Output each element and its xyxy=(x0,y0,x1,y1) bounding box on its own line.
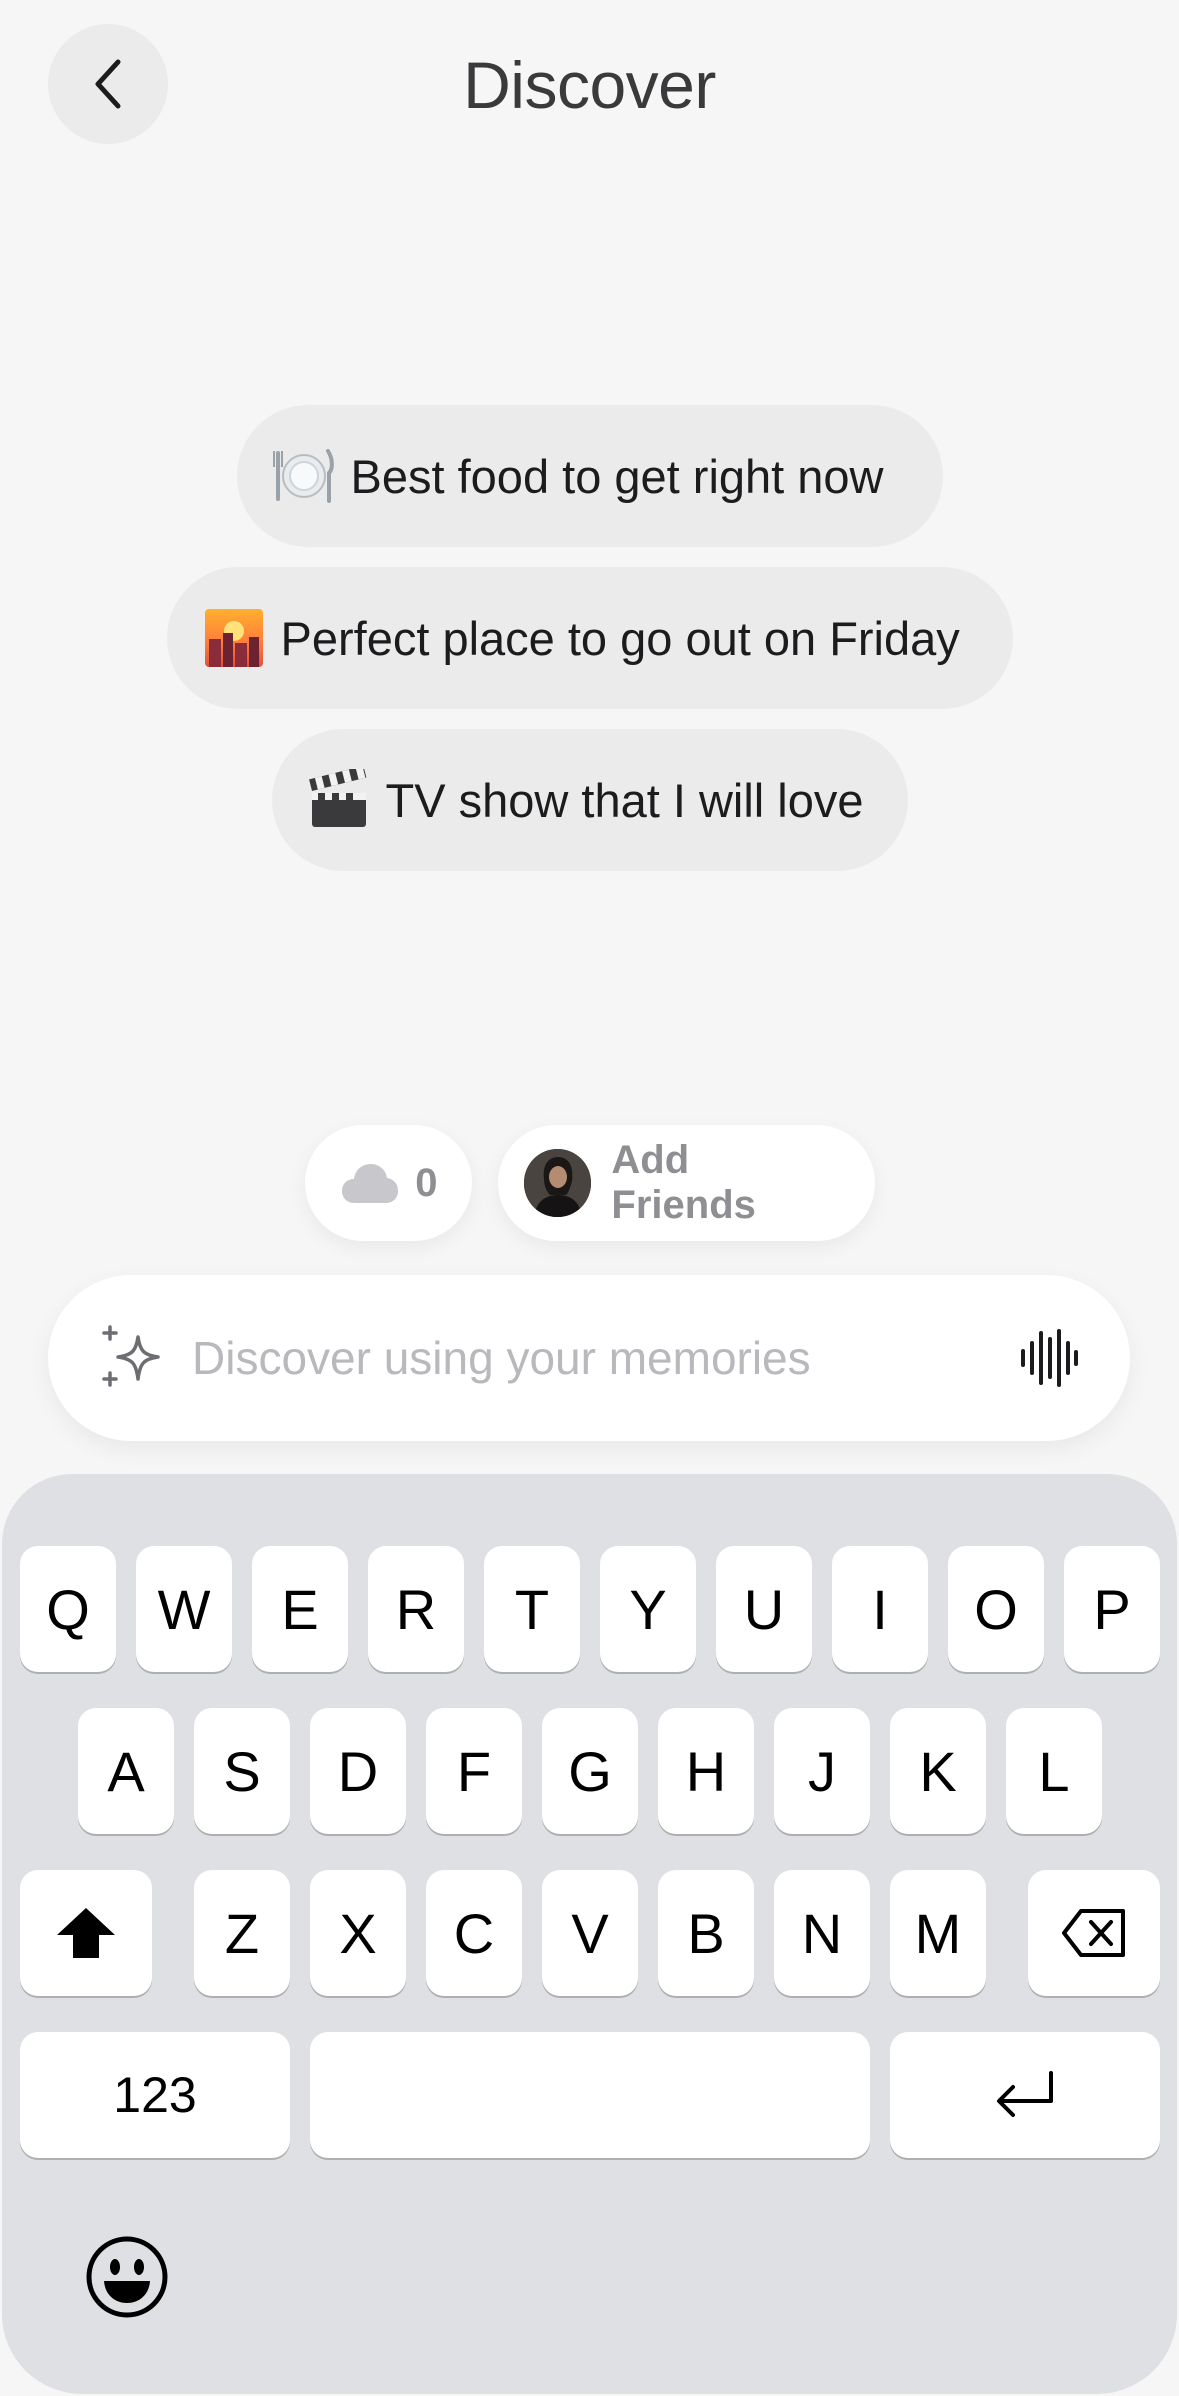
add-friends-button[interactable]: Add Friends xyxy=(497,1125,875,1241)
key-x[interactable]: X xyxy=(310,1870,406,1996)
shift-key[interactable] xyxy=(20,1870,152,1996)
suggestion-list: Best food to get right now Perfect place… xyxy=(0,405,1179,871)
key-w[interactable]: W xyxy=(136,1546,232,1672)
key-q[interactable]: Q xyxy=(20,1546,116,1672)
suggestion-chip-food[interactable]: Best food to get right now xyxy=(236,405,943,547)
pill-row: 0 Add Friends xyxy=(0,1125,1179,1241)
suggestion-label: Perfect place to go out on Friday xyxy=(280,611,960,665)
key-y[interactable]: Y xyxy=(600,1546,696,1672)
suggestion-label: Best food to get right now xyxy=(350,449,884,503)
space-key[interactable] xyxy=(310,2032,870,2158)
key-z[interactable]: Z xyxy=(194,1870,290,1996)
key-e[interactable]: E xyxy=(252,1546,348,1672)
key-b[interactable]: B xyxy=(658,1870,754,1996)
key-a[interactable]: A xyxy=(78,1708,174,1834)
city-sunset-icon xyxy=(203,607,265,669)
add-friends-label: Add Friends xyxy=(611,1138,756,1227)
key-n[interactable]: N xyxy=(774,1870,870,1996)
suggestion-chip-place[interactable]: Perfect place to go out on Friday xyxy=(166,567,1013,709)
key-h[interactable]: H xyxy=(658,1708,754,1834)
search-input[interactable] xyxy=(192,1331,1018,1385)
suggestion-chip-tv[interactable]: TV show that I will love xyxy=(271,729,908,871)
key-s[interactable]: S xyxy=(194,1708,290,1834)
key-o[interactable]: O xyxy=(948,1546,1044,1672)
backspace-key[interactable] xyxy=(1028,1870,1160,1996)
voice-waveform-icon[interactable] xyxy=(1018,1327,1080,1389)
key-v[interactable]: V xyxy=(542,1870,638,1996)
cloud-icon xyxy=(341,1164,398,1203)
plate-icon xyxy=(272,445,335,507)
key-d[interactable]: D xyxy=(310,1708,406,1834)
key-t[interactable]: T xyxy=(484,1546,580,1672)
key-r[interactable]: R xyxy=(368,1546,464,1672)
key-p[interactable]: P xyxy=(1064,1546,1160,1672)
key-u[interactable]: U xyxy=(716,1546,812,1672)
key-m[interactable]: M xyxy=(890,1870,986,1996)
return-key[interactable] xyxy=(890,2032,1160,2158)
key-k[interactable]: K xyxy=(890,1708,986,1834)
key-g[interactable]: G xyxy=(542,1708,638,1834)
page-title: Discover xyxy=(463,48,716,122)
clapper-icon xyxy=(308,769,370,831)
backspace-icon xyxy=(1062,1909,1125,1957)
memories-counter[interactable]: 0 xyxy=(304,1125,472,1241)
discover-search-bar[interactable] xyxy=(48,1275,1130,1441)
emoji-key[interactable] xyxy=(82,2232,172,2322)
return-arrow-icon xyxy=(997,2071,1053,2117)
shift-arrow-icon xyxy=(57,1908,115,1958)
smiley-icon xyxy=(86,2236,168,2318)
key-i[interactable]: I xyxy=(832,1546,928,1672)
key-f[interactable]: F xyxy=(426,1708,522,1834)
sparkle-icon xyxy=(102,1325,160,1387)
key-l[interactable]: L xyxy=(1006,1708,1102,1834)
avatar xyxy=(523,1149,592,1217)
numbers-key[interactable]: 123 xyxy=(20,2032,290,2158)
keyboard: Q W E R T Y U I O P A S D F G H J K L Z … xyxy=(2,1474,1177,2394)
suggestion-label: TV show that I will love xyxy=(385,773,864,827)
key-j[interactable]: J xyxy=(774,1708,870,1834)
key-c[interactable]: C xyxy=(426,1870,522,1996)
memories-count: 0 xyxy=(415,1160,438,1205)
